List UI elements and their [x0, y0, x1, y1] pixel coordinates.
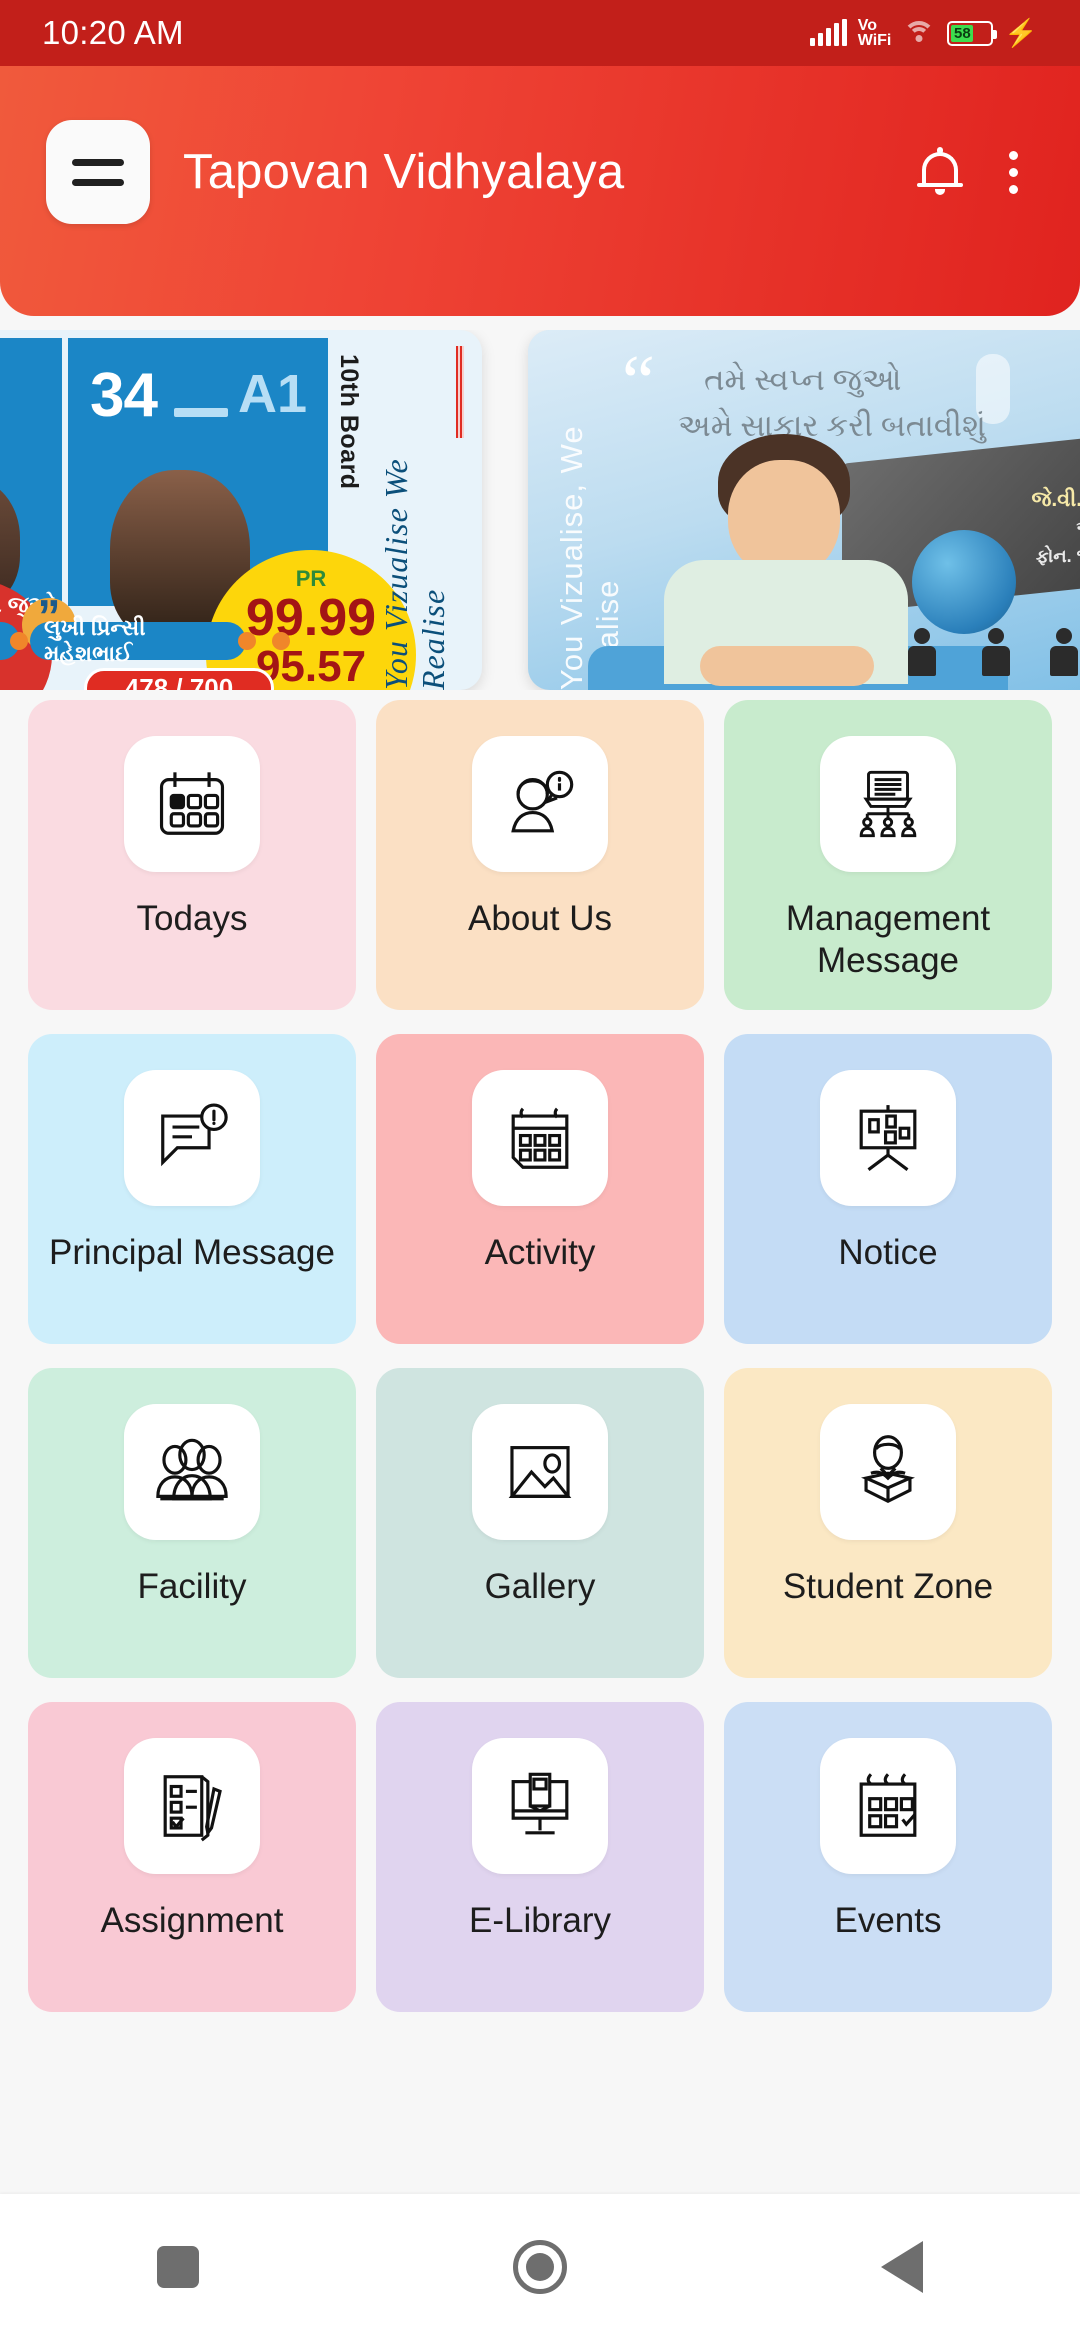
tile-label: Todays	[136, 899, 248, 938]
calendar-today-icon	[124, 736, 260, 872]
slide-b-board-line-2: અમ	[1076, 518, 1080, 539]
staff-figure-icon	[1044, 628, 1080, 680]
charging-bolt-icon: ⚡	[1004, 17, 1038, 48]
tile-e-library[interactable]: E-Library	[376, 1702, 704, 2012]
student-reading-icon	[820, 1404, 956, 1540]
tile-label: Events	[834, 1901, 942, 1940]
slide-b-board-line-3: ફોન. ૧૫૯	[1035, 546, 1080, 566]
page-title: Tapovan Vidhyalaya	[183, 145, 625, 199]
recents-square-icon[interactable]	[157, 2246, 199, 2288]
slide-a-grade: A1	[238, 364, 308, 424]
slide-a-tagline: You Vizualise We Realise	[378, 458, 451, 690]
slide-b-board-line-1: જે.વી. મો	[1031, 488, 1080, 511]
slide-a-score-right: 478 / 700	[84, 668, 274, 690]
person-info-icon	[472, 736, 608, 872]
tile-principal-message[interactable]: Principal Message	[28, 1034, 356, 1344]
menu-grid: Todays About Us Management Message Princ…	[0, 700, 1080, 2200]
carousel-slide-promo[interactable]: You Vizualise, We Realise “ તમે સ્વપ્ન જ…	[528, 330, 1080, 690]
slide-a-rank-left: 33	[0, 360, 2, 431]
tile-label: Notice	[838, 1233, 938, 1272]
battery-fill: 58	[951, 24, 974, 42]
computer-book-icon	[472, 1738, 608, 1874]
slide-b-quote-line-1: તમે સ્વપ્ન જુઓ	[704, 362, 902, 397]
quote-open-icon: “	[622, 341, 655, 423]
wifi-icon	[902, 20, 936, 46]
tile-student-zone[interactable]: Student Zone	[724, 1368, 1052, 1678]
slide-b-child-photo	[646, 434, 926, 686]
battery-icon: 58	[947, 20, 998, 46]
banner-carousel[interactable]: 33 34 A1 10th Board તમે સ્વપ્ન જુઓ, ” PR…	[0, 330, 1080, 690]
tile-label: Gallery	[484, 1567, 596, 1606]
student-figure-icon	[976, 628, 1016, 680]
status-bar: 10:20 AM Vo WiFi 58 ⚡	[0, 0, 1080, 66]
hamburger-menu-icon[interactable]	[46, 120, 150, 224]
tile-label: Assignment	[100, 1901, 284, 1940]
slide-b-tagline: You Vizualise, We Realise	[554, 425, 625, 690]
bell-icon[interactable]	[917, 146, 963, 198]
chat-alert-icon	[124, 1070, 260, 1206]
tile-todays[interactable]: Todays	[28, 700, 356, 1010]
globe-icon	[912, 530, 1016, 634]
home-circle-icon[interactable]	[513, 2240, 567, 2294]
tile-label: Management Message	[785, 899, 991, 980]
slide-a-board-label: 10th Board	[335, 354, 363, 490]
tile-label: E-Library	[469, 1901, 611, 1940]
carousel-slide-result[interactable]: 33 34 A1 10th Board તમે સ્વપ્ન જુઓ, ” PR…	[0, 330, 482, 690]
tile-events[interactable]: Events	[724, 1702, 1052, 2012]
tile-label: Principal Message	[49, 1233, 335, 1272]
teacher-figure-icon	[902, 628, 942, 680]
org-chart-icon	[820, 736, 956, 872]
tile-label: About Us	[468, 899, 612, 938]
system-navigation-bar	[0, 2194, 1080, 2340]
tile-label: Activity	[484, 1233, 596, 1272]
image-photo-icon	[472, 1404, 608, 1540]
checklist-pen-icon	[124, 1738, 260, 1874]
vowifi-label: Vo WiFi	[857, 17, 892, 49]
tile-assignment[interactable]: Assignment	[28, 1702, 356, 2012]
noticeboard-icon	[820, 1070, 956, 1206]
people-group-icon	[124, 1404, 260, 1540]
tile-gallery[interactable]: Gallery	[376, 1368, 704, 1678]
tile-management-message[interactable]: Management Message	[724, 700, 1052, 1010]
app-bar: Tapovan Vidhyalaya	[0, 66, 1080, 316]
calendar-check-icon	[820, 1738, 956, 1874]
tile-about-us[interactable]: About Us	[376, 700, 704, 1010]
tile-notice[interactable]: Notice	[724, 1034, 1052, 1344]
signal-bars-icon	[809, 19, 847, 46]
back-triangle-icon[interactable]	[881, 2241, 923, 2293]
tile-label: Student Zone	[782, 1567, 994, 1606]
tile-label: Facility	[137, 1567, 247, 1606]
slide-a-name-right: લુખી પ્રિન્સી મહેશભાઈ	[30, 615, 246, 666]
status-icons: Vo WiFi 58 ⚡	[809, 17, 1038, 49]
vowifi-bottom: WiFi	[857, 32, 892, 49]
status-time: 10:20 AM	[42, 14, 184, 51]
slide-a-rank-right: 34	[90, 361, 158, 430]
battery-percent: 58	[954, 24, 971, 42]
app-screen: 10:20 AM Vo WiFi 58 ⚡ Tapovan Vidhyalaya…	[0, 0, 1080, 2340]
vowifi-top: Vo	[857, 17, 878, 34]
calendar-grid-icon	[472, 1070, 608, 1206]
kebab-menu-icon[interactable]	[993, 147, 1034, 198]
tile-activity[interactable]: Activity	[376, 1034, 704, 1344]
tile-facility[interactable]: Facility	[28, 1368, 356, 1678]
